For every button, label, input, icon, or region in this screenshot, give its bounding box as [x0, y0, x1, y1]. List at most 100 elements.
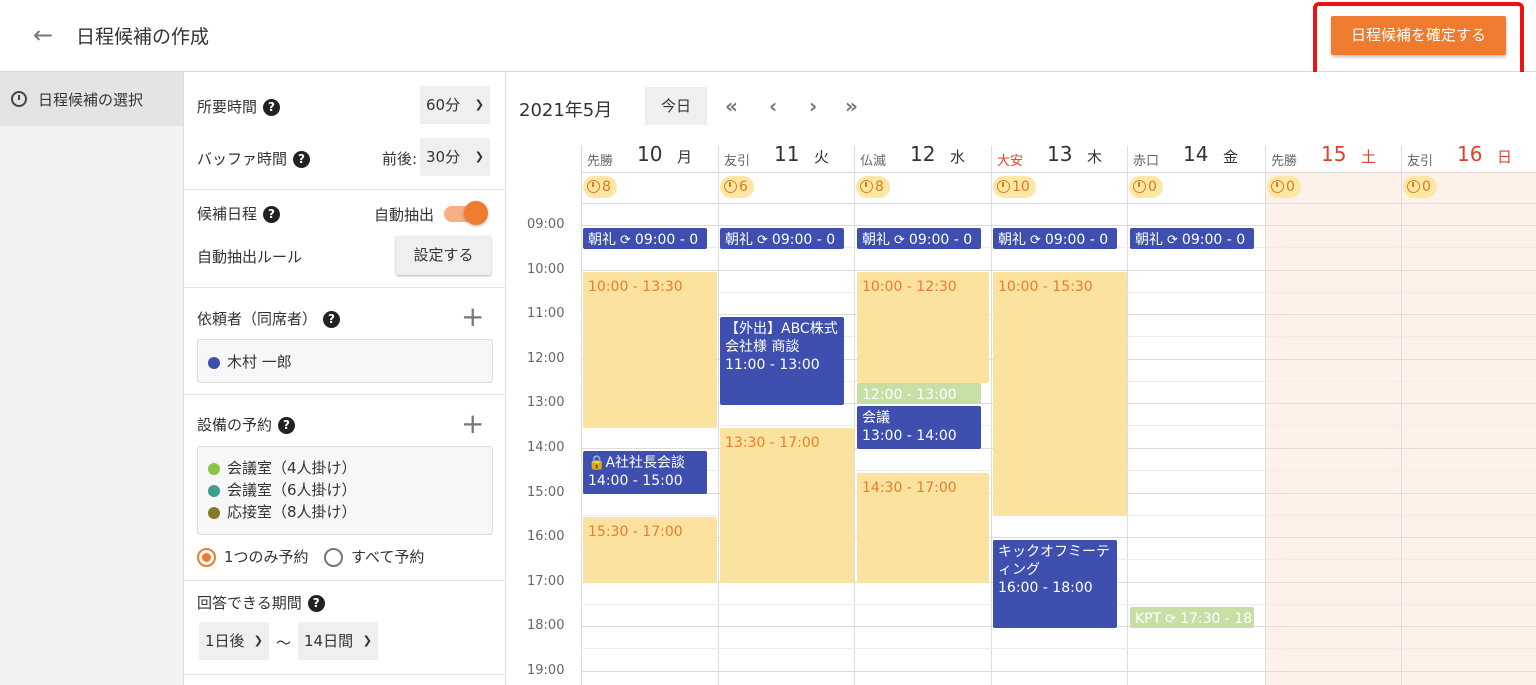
candidate-slot-mon-2[interactable]: 15:30 - 17:00	[583, 517, 717, 583]
event-morning-thu[interactable]: 朝礼 ⟳ 09:00 - 0	[993, 228, 1117, 249]
set-rule-button[interactable]: 設定する	[396, 236, 491, 275]
buffer-label: バッファ時間?	[197, 148, 311, 169]
room-dot	[208, 506, 220, 519]
time-label: 16:00	[527, 529, 565, 544]
day-header[interactable]: 友引 11 火	[718, 140, 854, 170]
day-header[interactable]: 仏滅 12 水	[854, 140, 990, 170]
person-dot	[208, 356, 220, 369]
candidate-count-badge[interactable]: 0	[1403, 176, 1437, 198]
help-icon[interactable]: ?	[278, 417, 296, 434]
count-value: 8	[602, 179, 611, 195]
radio-selected-icon[interactable]	[197, 548, 216, 567]
radio-all-option[interactable]: すべて予約	[324, 546, 424, 567]
day-header[interactable]: 大安 13 木	[991, 140, 1127, 170]
toggle-knob[interactable]	[464, 201, 488, 225]
side-nav: 日程候補の選択	[0, 72, 184, 685]
day-header[interactable]: 先勝 10 月	[581, 140, 717, 170]
day-number: 10	[637, 142, 663, 166]
clock-icon	[860, 180, 873, 193]
time-label: 18:00	[527, 618, 565, 633]
add-requester-icon[interactable]: +	[461, 303, 484, 331]
add-facility-icon[interactable]: +	[461, 410, 484, 438]
event-wed-meeting[interactable]: 会議 13:00 - 14:00	[857, 406, 981, 449]
help-icon[interactable]: ?	[263, 99, 281, 116]
count-value: 10	[1012, 179, 1030, 195]
period-to-select[interactable]: 14日間 ❯	[298, 622, 378, 660]
count-value: 0	[1286, 179, 1295, 195]
candidate-slot-tue[interactable]: 13:30 - 17:00	[720, 428, 854, 583]
chevron-down-icon: ❯	[474, 98, 484, 111]
event-fri-kpt[interactable]: KPT ⟳ 17:30 - 18	[1130, 607, 1254, 628]
hour-line	[581, 225, 1536, 226]
time-label: 14:00	[527, 440, 565, 455]
event-tue-visit[interactable]: 【外出】ABC株式会社様 商談 11:00 - 13:00	[720, 317, 844, 405]
calendar: 2021年5月 今日 « ‹ › » 09:00 10:00 11:00 12:00 1…	[507, 72, 1536, 685]
buffer-select[interactable]: 30分 ❯	[420, 138, 490, 176]
rokuyo-label: 大安	[997, 154, 1024, 169]
facility-label: 設備の予約?	[197, 414, 296, 435]
candidate-count-badge[interactable]: 6	[720, 176, 754, 198]
day-of-week: 月	[677, 148, 693, 166]
day-number: 14	[1183, 142, 1209, 166]
event-morning-fri[interactable]: 朝礼 ⟳ 09:00 - 0	[1130, 228, 1254, 249]
day-number: 12	[910, 142, 936, 166]
rokuyo-label: 仏滅	[860, 154, 887, 169]
candidate-count-badge[interactable]: 0	[1267, 176, 1301, 198]
buffer-prefix: 前後:	[382, 150, 418, 168]
clock-icon	[11, 91, 27, 107]
rokuyo-label: 友引	[1407, 154, 1434, 169]
candidate-slot-wed-1[interactable]: 10:00 - 12:30	[857, 272, 989, 383]
radio-icon[interactable]	[324, 548, 343, 567]
hour-line	[581, 270, 1536, 271]
event-thu-kickoff[interactable]: キックオフミーティング 16:00 - 18:00	[993, 540, 1117, 628]
day-header[interactable]: 先勝 15 土	[1265, 140, 1401, 170]
confirm-candidates-button[interactable]: 日程候補を確定する	[1331, 16, 1506, 55]
candidate-slot-thu[interactable]: 10:00 - 15:30	[993, 272, 1127, 516]
chevron-down-icon: ❯	[362, 634, 372, 647]
repeat-icon: ⟳	[620, 233, 631, 248]
help-icon[interactable]: ?	[307, 595, 325, 612]
candidate-count-badge[interactable]: 10	[993, 176, 1036, 198]
event-wed-room[interactable]: 12:00 - 13:00	[857, 383, 981, 404]
settings-panel: 所要時間? 60分 ❯ バッファ時間? 前後: 30分 ❯ 候補日程? 自動抽出 自…	[184, 72, 506, 685]
candidate-slot-mon-1[interactable]: 10:00 - 13:30	[583, 272, 717, 428]
requester-box: 木村 一郎	[197, 339, 493, 383]
time-label: 12:00	[527, 351, 565, 366]
nav-item-select-candidates[interactable]: 日程候補の選択	[0, 72, 183, 126]
radio-one-option[interactable]: 1つのみ予約	[197, 546, 309, 567]
event-morning-wed[interactable]: 朝礼 ⟳ 09:00 - 0	[857, 228, 981, 249]
header-divider	[581, 203, 1536, 204]
time-label: 11:00	[527, 306, 565, 321]
event-morning-tue[interactable]: 朝礼 ⟳ 09:00 - 0	[720, 228, 844, 249]
day-header[interactable]: 赤口 14 金	[1127, 140, 1263, 170]
room-item: 会議室（4人掛け）	[208, 457, 357, 478]
help-icon[interactable]: ?	[293, 151, 311, 168]
clock-icon	[997, 180, 1010, 193]
rokuyo-label: 友引	[724, 154, 751, 169]
candidate-count-badge[interactable]: 0	[1129, 176, 1163, 198]
time-label: 17:00	[527, 574, 565, 589]
day-of-week: 金	[1223, 148, 1239, 166]
clock-icon	[1407, 180, 1420, 193]
day-number: 16	[1457, 142, 1483, 166]
day-of-week: 日	[1497, 148, 1513, 166]
day-number: 11	[774, 142, 800, 166]
requester-label: 依頼者（同席者）?	[197, 308, 341, 329]
help-icon[interactable]: ?	[323, 311, 341, 328]
period-from-select[interactable]: 1日後 ❯	[199, 622, 269, 660]
candidate-count-badge[interactable]: 8	[583, 176, 617, 198]
duration-select[interactable]: 60分 ❯	[420, 86, 490, 124]
day-header[interactable]: 友引 16 日	[1401, 140, 1536, 170]
back-arrow-icon[interactable]: ←	[30, 22, 56, 48]
page-title: 日程候補の作成	[76, 26, 210, 48]
event-mon-meeting[interactable]: 🔒A社社長会談 14:00 - 15:00	[583, 451, 707, 494]
day-of-week: 火	[814, 148, 830, 166]
room-dot	[208, 484, 220, 497]
count-value: 0	[1148, 179, 1157, 195]
candidate-slot-wed-2[interactable]: 14:30 - 17:00	[857, 473, 989, 583]
candidate-count-badge[interactable]: 8	[856, 176, 890, 198]
period-separator: 〜	[276, 634, 292, 652]
help-icon[interactable]: ?	[263, 206, 281, 223]
event-morning-mon[interactable]: 朝礼 ⟳ 09:00 - 0	[583, 228, 707, 249]
chevron-down-icon: ❯	[253, 634, 263, 647]
